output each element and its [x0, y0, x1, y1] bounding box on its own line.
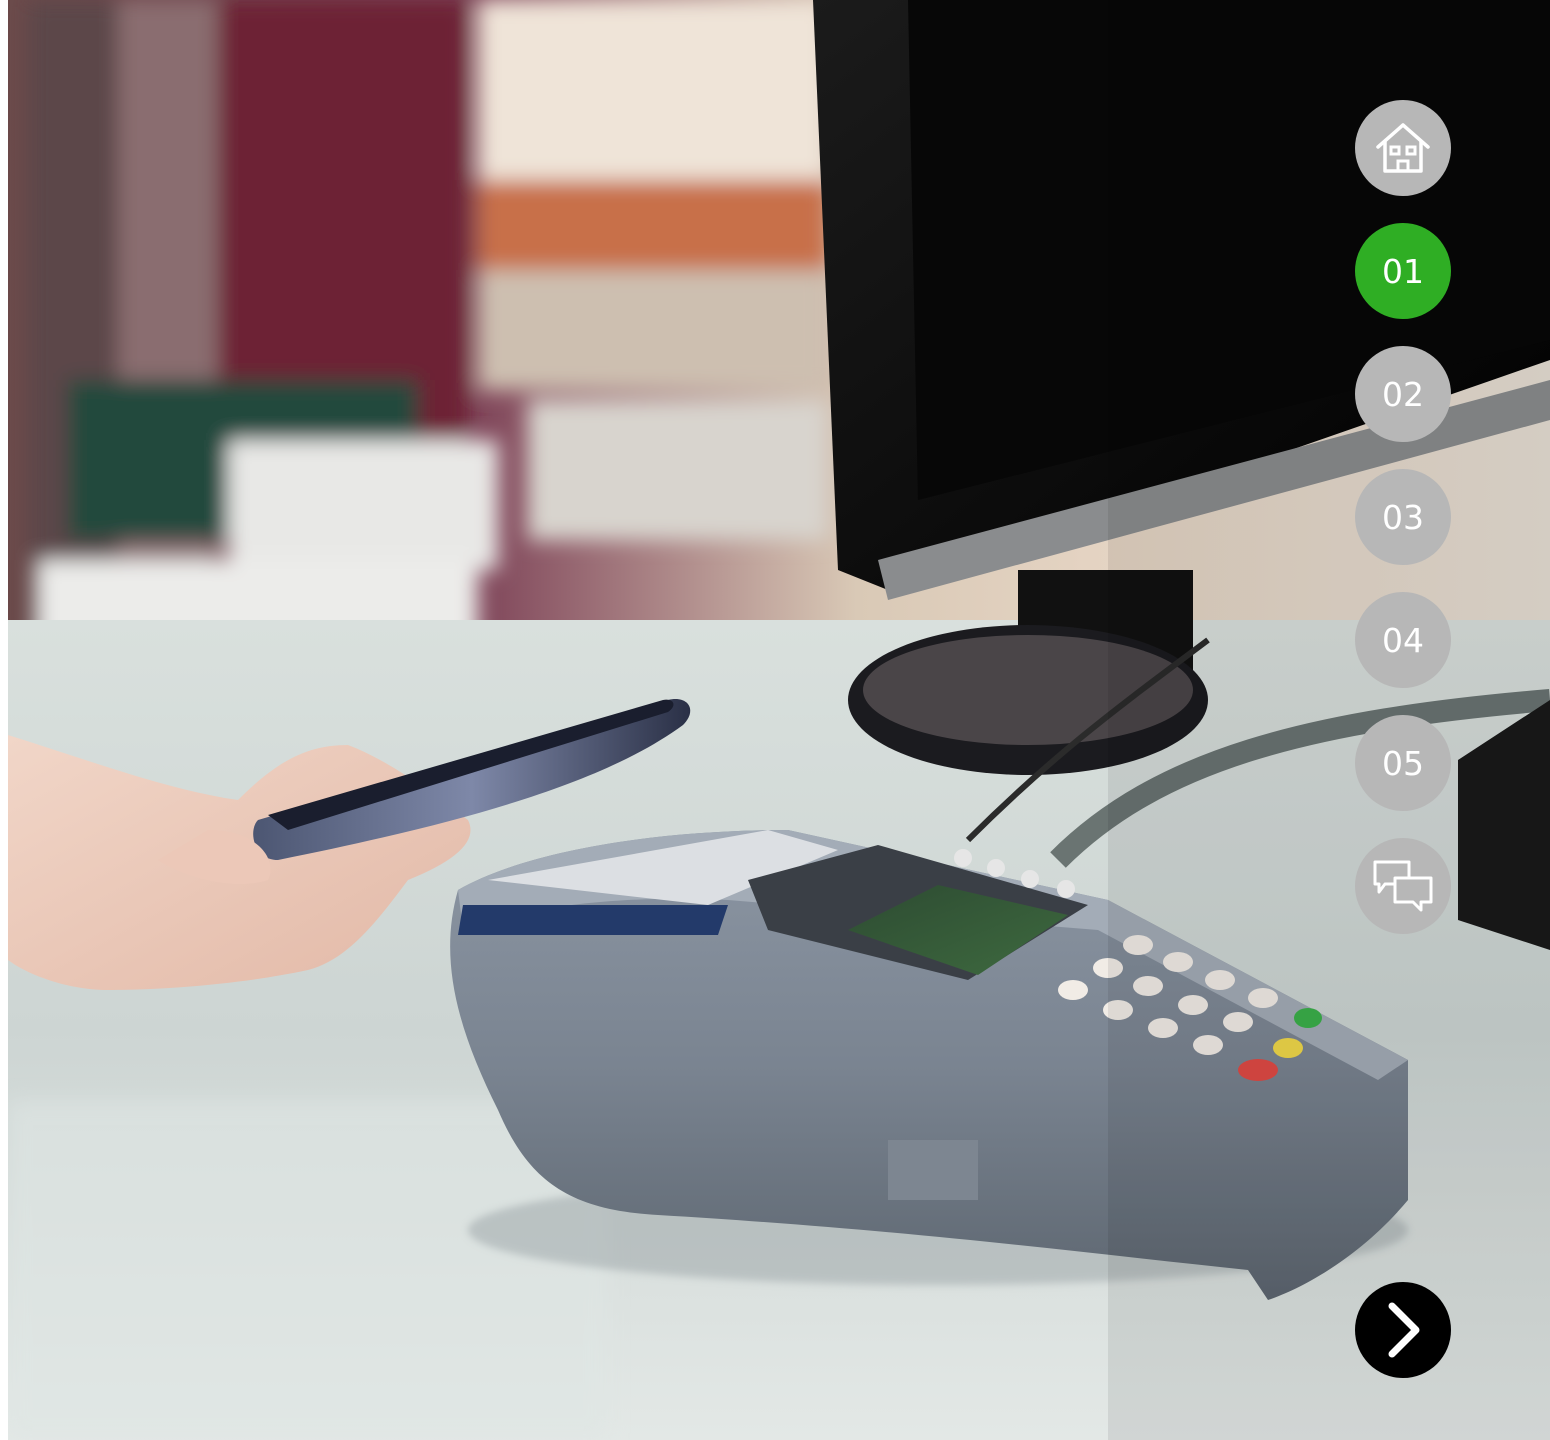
chat-bubbles-icon — [1373, 860, 1433, 912]
nav-item-05[interactable]: 05 — [1355, 715, 1451, 811]
home-button[interactable] — [1355, 100, 1451, 196]
nav-item-02[interactable]: 02 — [1355, 346, 1451, 442]
slide-stage: 01 02 03 04 05 — [8, 0, 1550, 1440]
chat-button[interactable] — [1355, 838, 1451, 934]
nav-item-01[interactable]: 01 — [1355, 223, 1451, 319]
nav-item-03[interactable]: 03 — [1355, 469, 1451, 565]
background-photo — [8, 0, 1550, 1440]
slide-navigation: 01 02 03 04 05 — [1355, 100, 1451, 934]
next-button[interactable] — [1355, 1282, 1451, 1378]
chevron-right-icon — [1388, 1302, 1420, 1358]
home-icon — [1376, 123, 1430, 173]
nav-item-04[interactable]: 04 — [1355, 592, 1451, 688]
